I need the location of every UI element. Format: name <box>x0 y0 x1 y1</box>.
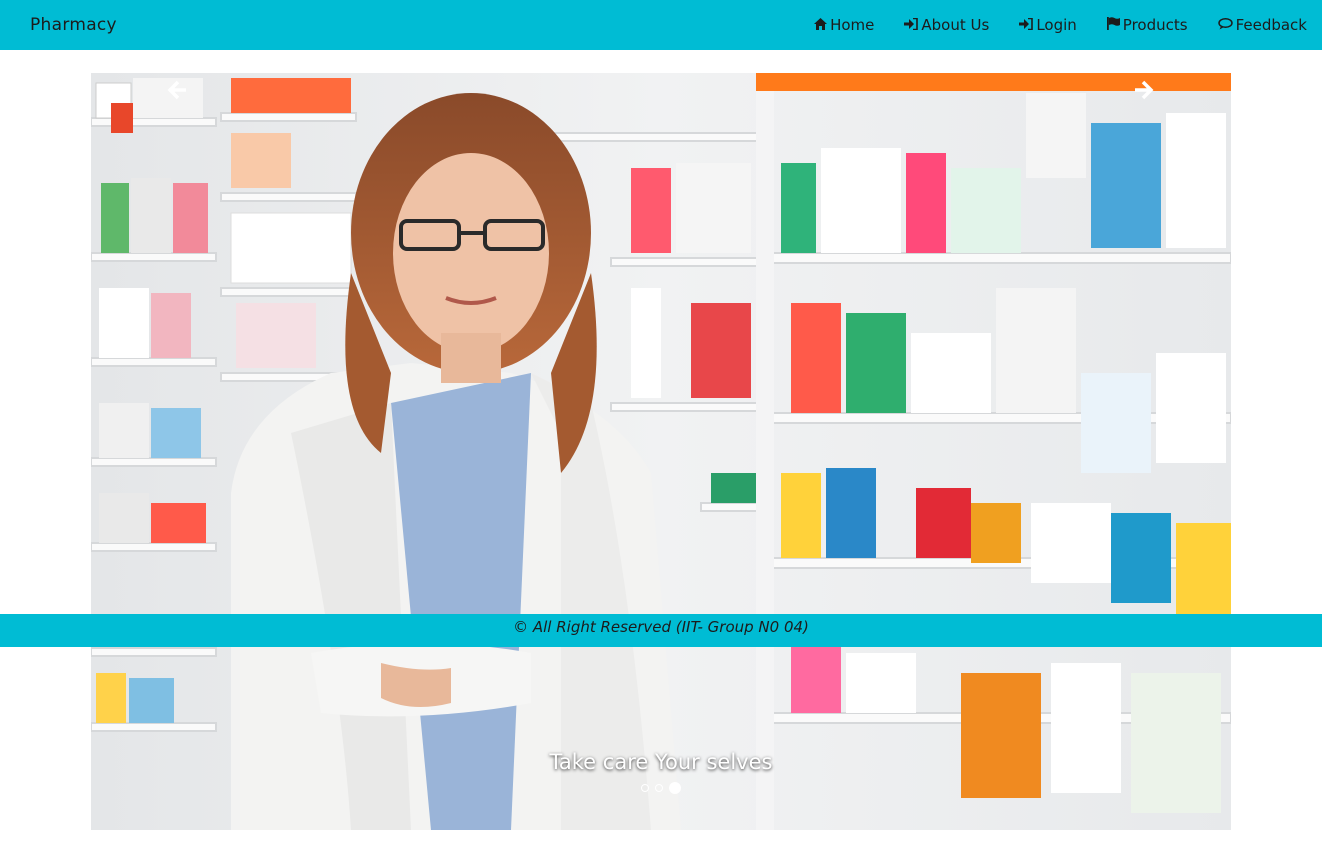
nav-label-products: Products <box>1122 16 1188 34</box>
nav-item-products[interactable]: Products <box>1106 16 1188 34</box>
carousel-indicator-3[interactable] <box>669 782 681 794</box>
carousel-indicator-1[interactable] <box>641 784 649 792</box>
nav-item-about[interactable]: About Us <box>904 16 989 34</box>
carousel-indicators <box>0 782 1322 794</box>
brand-title[interactable]: Pharmacy <box>30 15 117 35</box>
nav-menu: Home About Us Login Products Feedback <box>784 0 1307 50</box>
nav-item-login[interactable]: Login <box>1019 16 1077 34</box>
carousel-next-button[interactable] <box>1133 78 1157 102</box>
login-icon <box>1019 16 1034 34</box>
nav-label-feedback: Feedback <box>1235 16 1307 34</box>
nav-label-home: Home <box>830 16 875 34</box>
nav-item-feedback[interactable]: Feedback <box>1217 16 1307 34</box>
nav-label-login: Login <box>1036 16 1077 34</box>
login-icon <box>904 16 919 34</box>
nav-label-about: About Us <box>921 16 990 34</box>
pharmacist-photo <box>91 73 1231 830</box>
navbar: Pharmacy Home About Us Login Products Fe… <box>0 0 1322 50</box>
footer-text: © All Right Reserved (IIT- Group N0 04) <box>513 618 809 636</box>
comment-icon <box>1217 16 1233 34</box>
carousel-prev-button[interactable] <box>164 78 188 102</box>
carousel-indicator-2[interactable] <box>655 784 663 792</box>
carousel <box>91 73 1231 830</box>
nav-item-home[interactable]: Home <box>814 16 874 34</box>
flag-icon <box>1106 16 1120 34</box>
footer: © All Right Reserved (IIT- Group N0 04) <box>0 614 1322 647</box>
carousel-caption: Take care Your selves <box>549 750 773 774</box>
home-icon <box>814 16 828 34</box>
